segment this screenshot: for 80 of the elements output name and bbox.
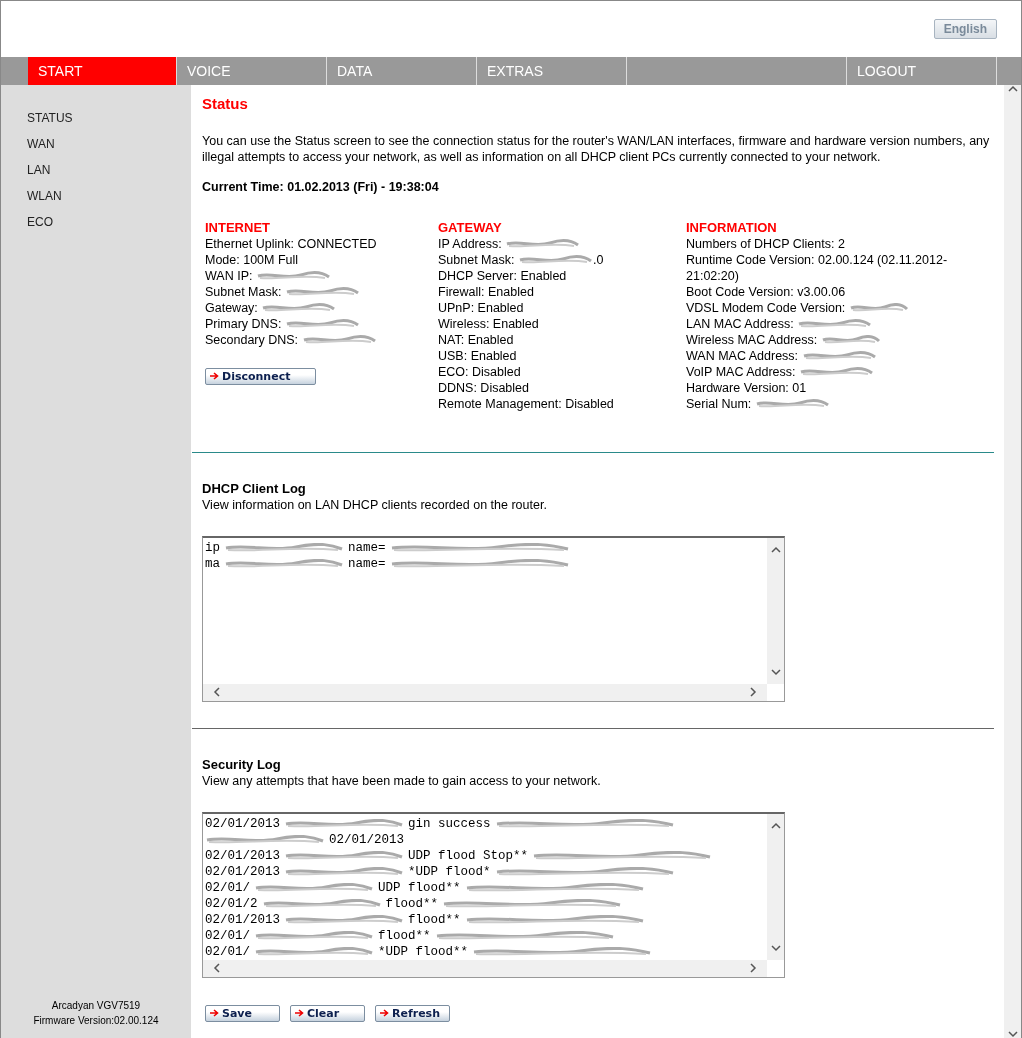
redaction-scribble-drawing: [848, 303, 909, 314]
log-text: flood**: [408, 911, 461, 928]
arrow-icon: [210, 372, 219, 381]
log-box[interactable]: ip name= ma name=: [202, 535, 785, 702]
status-text: Numbers of DHCP Clients: 2: [686, 236, 845, 251]
log-box[interactable]: 02/01/2013 gin success 02/01/2013 02/01/2013 UDP flood Stop** 02/01/2013 *UDP flood* 02/01/ UDP flood** 02/01/2 flood** 02/01/2013 flood** 02/01/ flood** 02/01/ *UDP flood**: [202, 811, 785, 978]
status-text: DDNS: Disabled: [438, 380, 529, 395]
footer-text: Firmware Version:02.00.124: [32, 1014, 160, 1028]
current-time: Current Time: 01.02.2013 (Fri) - 19:38:04: [202, 179, 440, 196]
status-text: DHCP Server: Enabled: [438, 268, 567, 283]
status-label: Gateway:: [205, 300, 258, 315]
log-text: 02/01/: [205, 927, 250, 944]
intro-text: You can use the Status screen to see the connection status for the router's WAN/LAN interfaces, firmware and hardware version numbers, any illegal attempts to access your network, as well as information on all DHCP client PCs currently connected to your network.: [202, 133, 991, 165]
log-text: 02/01/: [205, 879, 250, 896]
status-label: VoIP MAC Address:: [686, 364, 796, 379]
log-text: UDP flood**: [378, 879, 461, 896]
arrow-icon: [380, 1009, 389, 1018]
status-text: UPnP: Enabled: [438, 300, 524, 315]
status-label: Subnet Mask:: [205, 284, 282, 299]
log-text: 02/01/2013: [329, 831, 404, 848]
action-button[interactable]: Clear: [290, 1004, 365, 1022]
footer-text: Arcadyan VGV7519: [50, 999, 142, 1013]
nav-tab[interactable]: START: [28, 57, 177, 85]
redaction-scribble-drawing: [820, 335, 881, 346]
status-text: Runtime Code Version: 02.00.124 (02.11.2012-21:02:20): [686, 252, 948, 283]
section-title: Security Log: [202, 756, 282, 773]
log-text: *UDP flood**: [378, 943, 469, 960]
sidebar-item[interactable]: WLAN: [27, 183, 191, 209]
status-text: Remote Management: Disabled: [438, 396, 614, 411]
section-description: View any attempts that have been made to gain access to your network.: [202, 772, 602, 789]
log-text: 02/01/2: [205, 895, 258, 912]
status-label: WAN MAC Address:: [686, 348, 799, 363]
status-text: Ethernet Uplink: CONNECTED: [205, 236, 377, 251]
status-text: Wireless: Enabled: [438, 316, 539, 331]
arrow-icon: [210, 1009, 219, 1018]
log-text: ip: [205, 539, 220, 556]
action-button[interactable]: Refresh: [375, 1004, 450, 1022]
status-text: ECO: Disabled: [438, 364, 521, 379]
status-label: Primary DNS:: [205, 316, 282, 331]
log-text: flood**: [378, 927, 431, 944]
status-label: Secondary DNS:: [205, 332, 299, 347]
log-text: 02/01/2013: [205, 911, 280, 928]
section-title: DHCP Client Log: [202, 480, 307, 497]
section-heading: INTERNET: [205, 219, 271, 236]
status-text: USB: Enabled: [438, 348, 517, 363]
log-text: 02/01/2013: [205, 815, 280, 832]
section-heading: INFORMATION: [686, 219, 778, 236]
status-text: NAT: Enabled: [438, 332, 514, 347]
log-text: 02/01/2013: [205, 847, 280, 864]
sidebar-item[interactable]: STATUS: [27, 105, 191, 131]
log-text: name=: [348, 539, 386, 556]
log-text: ma: [205, 555, 220, 572]
action-button[interactable]: Disconnect: [205, 367, 316, 385]
section-description: View information on LAN DHCP clients recorded on the router.: [202, 496, 548, 513]
status-text: Mode: 100M Full: [205, 252, 299, 267]
status-label: Serial Num:: [686, 396, 752, 411]
sidebar-item[interactable]: ECO: [27, 209, 191, 235]
status-value: .0: [592, 252, 604, 267]
log-text: *UDP flood*: [408, 863, 491, 880]
log-text: 02/01/: [205, 943, 250, 960]
log-text: 02/01/2013: [205, 863, 280, 880]
arrow-icon: [295, 1009, 304, 1018]
action-button[interactable]: Save: [205, 1004, 280, 1022]
status-label: Wireless MAC Address:: [686, 332, 818, 347]
status-label: Subnet Mask:: [438, 252, 515, 267]
page-title: Status: [202, 95, 249, 113]
status-text: Hardware Version: 01: [686, 380, 807, 395]
status-text: Firewall: Enabled: [438, 284, 534, 299]
status-text: Boot Code Version: v3.00.06: [686, 284, 846, 299]
status-label: WAN IP:: [205, 268, 253, 283]
section-heading: GATEWAY: [438, 219, 503, 236]
sidebar-item[interactable]: WAN: [27, 131, 191, 157]
status-label: LAN MAC Address:: [686, 316, 794, 331]
sidebar-item[interactable]: LAN: [27, 157, 191, 183]
log-text: gin success: [408, 815, 491, 832]
log-text: UDP flood Stop**: [408, 847, 529, 864]
log-text: name=: [348, 555, 386, 572]
status-label: VDSL Modem Code Version:: [686, 300, 846, 315]
log-text: flood**: [385, 895, 439, 912]
status-label: IP Address:: [438, 236, 502, 251]
